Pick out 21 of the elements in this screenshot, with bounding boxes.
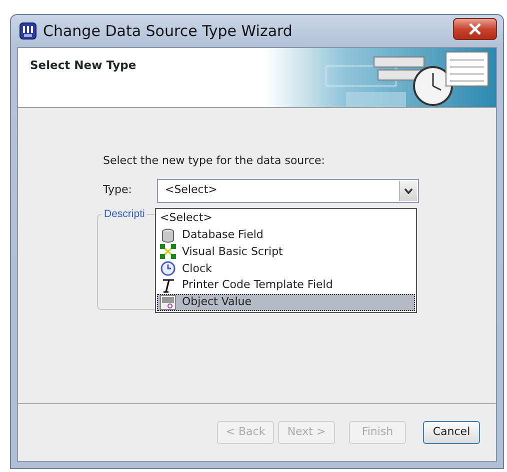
dropdown-option[interactable]: Object Value xyxy=(157,294,415,311)
barcode-icon xyxy=(160,294,176,310)
close-icon xyxy=(468,23,482,35)
instruction-text: Select the new type for the data source: xyxy=(103,153,326,169)
page-title: Select New Type xyxy=(29,57,136,74)
italic-t-icon xyxy=(160,278,176,294)
database-icon xyxy=(160,228,176,243)
dropdown-option[interactable]: Clock xyxy=(157,260,415,278)
wizard-button[interactable]: Cancel xyxy=(423,421,480,444)
dropdown-option[interactable]: Visual Basic Script xyxy=(157,244,415,260)
close-button[interactable] xyxy=(453,18,497,40)
type-label: Type: xyxy=(103,182,132,198)
clock-icon xyxy=(160,261,176,276)
window-title: Change Data Source Type Wizard xyxy=(43,20,292,42)
dropdown-option[interactable]: Printer Code Template Field xyxy=(157,277,415,294)
app-icon xyxy=(19,22,37,40)
dropdown-option[interactable]: <Select> xyxy=(157,210,415,227)
group-legend: Descripti xyxy=(102,206,147,222)
type-dropdown[interactable]: <Select> xyxy=(156,178,419,202)
dropdown-option[interactable]: Database Field xyxy=(157,226,415,244)
network-icon xyxy=(160,244,176,260)
